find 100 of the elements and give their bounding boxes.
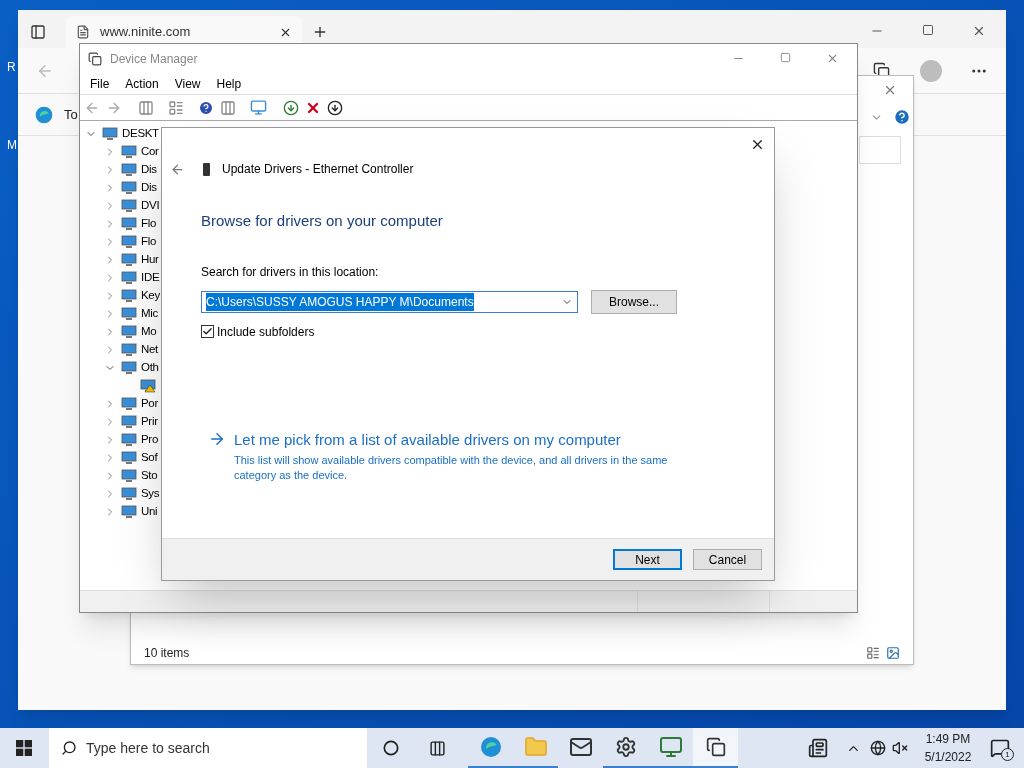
browse-button[interactable]: Browse... <box>591 289 677 314</box>
search-icon <box>61 740 77 756</box>
status-text: 10 items <box>144 645 191 662</box>
desktop-icon-label[interactable]: R <box>7 58 17 76</box>
device-icon <box>121 271 137 285</box>
dialog-title: Update Drivers - Ethernet Controller <box>222 161 414 178</box>
tree-item[interactable]: Key <box>141 287 160 305</box>
menu-item[interactable]: Action <box>117 74 167 93</box>
search-placeholder: Type here to search <box>86 738 210 758</box>
monitor-icon <box>658 735 683 759</box>
tree-item[interactable]: Pro <box>141 431 158 449</box>
device-icon <box>121 361 137 375</box>
window-title: Device Manager <box>110 50 199 68</box>
tree-item[interactable]: Sof <box>141 449 158 467</box>
tree-item[interactable]: Sto <box>141 467 158 485</box>
device-icon <box>121 199 137 213</box>
dialog-button[interactable]: Next <box>613 549 682 570</box>
tree-item[interactable]: Sys <box>141 485 160 503</box>
muted-speaker-icon[interactable] <box>892 740 908 756</box>
cortana-icon[interactable] <box>383 740 399 756</box>
tree-item[interactable]: Uni <box>141 503 158 521</box>
scan-monitor-icon[interactable] <box>250 99 267 116</box>
menu-item[interactable]: View <box>166 74 209 93</box>
browser-icon <box>478 735 503 759</box>
new-tab-icon[interactable] <box>312 24 328 40</box>
details-view-icon[interactable] <box>866 646 880 660</box>
tab-actions-icon[interactable] <box>30 24 46 40</box>
device-icon <box>121 307 137 321</box>
favorites-text: To <box>64 105 78 124</box>
device-icon <box>121 289 137 303</box>
warning-device-icon <box>140 379 156 393</box>
device-icon <box>121 505 137 519</box>
device-icon <box>121 433 137 447</box>
location-combo-box[interactable]: C:\Users\SUSSY AMOGUS HAPPY M\Documents <box>201 290 578 313</box>
subfolders-checkbox[interactable] <box>201 325 214 338</box>
tree-item[interactable]: Mic <box>141 305 158 323</box>
network-icon[interactable] <box>870 740 886 756</box>
help-icon[interactable] <box>198 99 214 116</box>
profile-avatar[interactable] <box>920 59 942 82</box>
device-icon <box>121 451 137 465</box>
tab-title: www.ninite.com <box>100 23 192 42</box>
device-icon <box>121 325 137 339</box>
settings-icon <box>614 736 637 758</box>
device-icon <box>203 162 210 176</box>
folder-icon <box>523 735 548 759</box>
tree-item[interactable]: Dis <box>141 179 157 197</box>
device-icon <box>121 343 137 357</box>
search-field[interactable] <box>859 136 901 164</box>
checkbox-label: Include subfolders <box>217 323 315 341</box>
tree-item[interactable]: IDE <box>141 269 160 287</box>
device-icon <box>121 217 137 231</box>
tree-item[interactable]: Hur <box>141 251 159 269</box>
clock-date[interactable]: 5/1/2022 <box>924 748 972 766</box>
location-label: Search for drivers in this location: <box>201 263 380 281</box>
device-icon <box>121 397 137 411</box>
device-icon <box>121 469 137 483</box>
download-icon[interactable] <box>327 99 343 116</box>
help-icon[interactable] <box>893 108 911 126</box>
clock-time[interactable]: 1:49 PM <box>925 730 971 748</box>
tree-item[interactable]: Flo <box>141 215 157 233</box>
close-icon[interactable] <box>972 24 986 38</box>
device-icon <box>121 181 137 195</box>
tree-item[interactable]: Mo <box>141 323 157 341</box>
tree-item[interactable]: DVI <box>141 197 160 215</box>
maximize-icon[interactable] <box>922 24 934 36</box>
menu-item[interactable]: Help <box>208 74 250 93</box>
tree-item[interactable]: Prir <box>141 413 158 431</box>
menu-item[interactable]: File <box>82 74 118 93</box>
tree-item[interactable]: Net <box>141 341 158 359</box>
task-view-icon[interactable] <box>429 739 446 757</box>
dialog-heading: Browse for drivers on your computer <box>201 211 444 231</box>
tree-item[interactable]: Oth <box>141 359 159 377</box>
pick-driver-link[interactable]: Let me pick from a list of available drivers on my computer <box>234 428 684 451</box>
tree-item[interactable]: Flo <box>141 233 157 251</box>
device-icon <box>102 127 118 141</box>
link-description: This list will show available drivers compatible with the device, and all drivers in the same category as the device. <box>234 453 669 483</box>
tree-item[interactable]: DESKT <box>122 125 159 143</box>
tree-item[interactable]: Por <box>141 395 158 413</box>
browser-logo-icon <box>34 104 54 125</box>
start-icon[interactable] <box>16 740 32 756</box>
thumbnails-view-icon[interactable] <box>886 646 900 660</box>
update-driver-icon[interactable] <box>283 99 299 116</box>
device-icon <box>121 253 137 267</box>
device-icon <box>121 415 137 429</box>
dialog-button[interactable]: Cancel <box>693 549 762 570</box>
page-icon <box>76 25 90 39</box>
close-icon[interactable] <box>750 137 765 152</box>
tree-item[interactable]: Cor <box>141 143 159 161</box>
device-icon <box>121 235 137 249</box>
taskbar-app[interactable] <box>693 728 738 768</box>
desktop-icon-label[interactable]: M <box>7 136 17 154</box>
properties-icon[interactable] <box>168 99 184 116</box>
device-icon <box>121 145 137 159</box>
taskbar-search-field[interactable]: Type here to search <box>49 728 367 768</box>
tree-item[interactable]: Dis <box>141 161 157 179</box>
mail-icon <box>568 735 593 759</box>
notifications-icon[interactable] <box>990 738 1010 758</box>
device-icon <box>121 163 137 177</box>
location-value: C:\Users\SUSSY AMOGUS HAPPY M\Documents <box>206 292 474 311</box>
news-icon[interactable] <box>808 738 828 758</box>
